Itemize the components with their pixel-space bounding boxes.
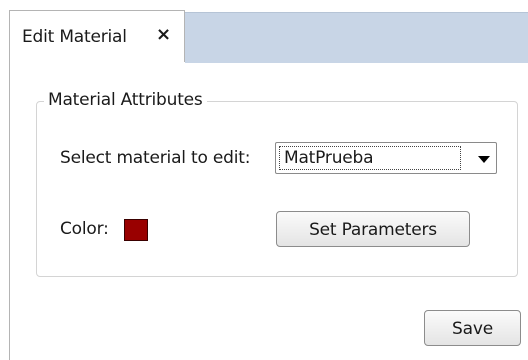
material-attributes-groupbox <box>36 101 518 277</box>
groupbox-title: Material Attributes <box>44 90 207 110</box>
save-button[interactable]: Save <box>424 310 521 346</box>
tab-edit-material[interactable]: Edit Material × <box>9 10 185 62</box>
tab-bar: Edit Material × <box>0 0 528 63</box>
material-select-dropdown[interactable]: MatPrueba <box>275 142 497 174</box>
chevron-down-icon[interactable] <box>478 156 490 163</box>
color-swatch[interactable] <box>124 219 148 241</box>
panel-border <box>9 61 10 360</box>
set-parameters-button[interactable]: Set Parameters <box>276 211 470 247</box>
close-icon[interactable]: × <box>156 25 171 45</box>
color-label: Color: <box>60 219 109 239</box>
tab-bar-background <box>185 12 528 63</box>
select-material-label: Select material to edit: <box>60 148 251 168</box>
material-select-value: MatPrueba <box>279 146 461 170</box>
tab-label: Edit Material <box>22 27 127 47</box>
